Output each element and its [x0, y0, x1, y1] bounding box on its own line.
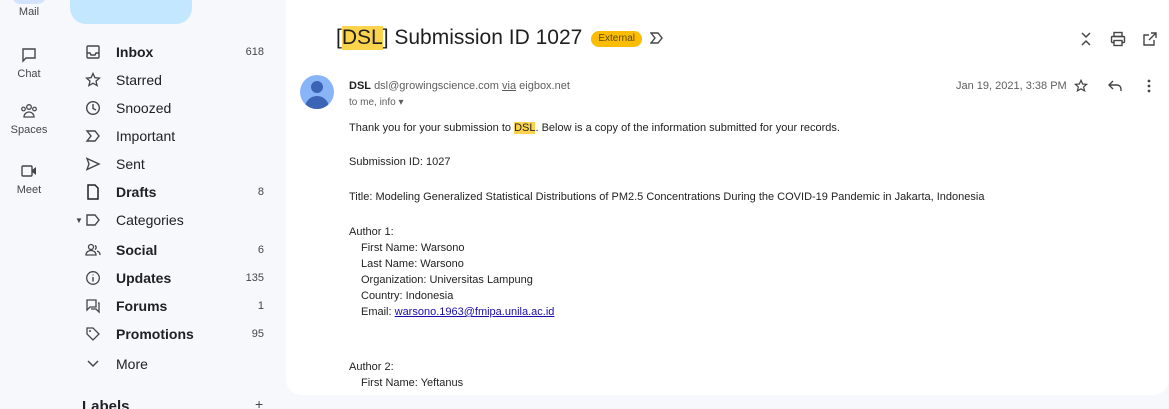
print-icon[interactable]: [1109, 30, 1127, 48]
send-icon: [83, 154, 103, 174]
nav-forums[interactable]: Forums 1: [70, 292, 278, 320]
nav-updates[interactable]: Updates 135: [70, 264, 278, 292]
nav-snoozed-label: Snoozed: [116, 100, 172, 116]
nav-social-count: 6: [257, 244, 264, 256]
forum-icon: [83, 296, 103, 316]
chevron-down-icon: [83, 354, 103, 374]
submission-title: Title: Modeling Generalized Statistical …: [349, 191, 985, 203]
rail-mail-label: Mail: [18, 6, 40, 18]
sender-avatar[interactable]: [300, 75, 334, 109]
rail-meet-label: Meet: [16, 184, 42, 196]
nav-inbox[interactable]: Inbox 618: [70, 38, 278, 66]
labels-heading: Labels: [82, 398, 130, 409]
via-link[interactable]: via: [502, 80, 516, 92]
more-options-icon[interactable]: [1141, 78, 1157, 94]
star-icon: [83, 70, 103, 90]
clock-icon: [83, 98, 103, 118]
author1-email-label: Email:: [361, 306, 395, 318]
mail-icon: [11, 0, 47, 4]
author2-heading: Author 2:: [349, 361, 394, 373]
sender-line: DSL dsl@growingscience.com via eigbox.ne…: [349, 80, 570, 92]
nav-forums-label: Forums: [116, 298, 168, 314]
important-marker-icon[interactable]: [650, 32, 664, 44]
nav-inbox-label: Inbox: [116, 44, 154, 60]
reply-icon[interactable]: [1107, 78, 1123, 94]
nav-drafts[interactable]: Drafts 8: [70, 178, 278, 206]
author1-heading: Author 1:: [349, 226, 394, 238]
info-icon: [83, 268, 103, 288]
intro-post: . Below is a copy of the information sub…: [535, 122, 840, 134]
chat-icon: [14, 44, 44, 66]
nav-sent-label: Sent: [116, 156, 145, 172]
rail-chat[interactable]: Chat: [0, 44, 58, 80]
important-icon: [83, 126, 103, 146]
nav-starred-label: Starred: [116, 72, 162, 88]
nav-promotions-count: 95: [251, 328, 264, 340]
rail-meet[interactable]: Meet: [0, 160, 58, 196]
collapse-all-icon[interactable]: [1077, 30, 1095, 48]
add-label-button[interactable]: +: [255, 396, 263, 409]
open-new-window-icon[interactable]: [1141, 30, 1159, 48]
nav-updates-count: 135: [245, 272, 264, 284]
video-icon: [14, 160, 44, 182]
nav-categories-label: Categories: [116, 212, 184, 228]
nav-updates-label: Updates: [116, 270, 172, 286]
nav-categories[interactable]: ▼ Categories: [70, 206, 278, 234]
nav-forums-count: 1: [257, 300, 264, 312]
people-icon: [83, 240, 103, 260]
nav-starred[interactable]: Starred: [70, 66, 278, 94]
email-intro: Thank you for your submission to DSL. Be…: [349, 122, 840, 134]
subject-rest: ] Submission ID 1027: [382, 26, 583, 49]
nav-important-label: Important: [116, 128, 176, 144]
author1-last: Last Name: Warsono: [361, 258, 464, 270]
author1-email-link[interactable]: warsono.1963@fmipa.unila.ac.id: [395, 306, 555, 318]
subject-tag: DSL: [341, 26, 383, 50]
message-toolbar: [1073, 78, 1157, 94]
nav-inbox-count: 618: [245, 46, 264, 58]
author1-email-line: Email: warsono.1963@fmipa.unila.ac.id: [361, 306, 554, 318]
nav-important[interactable]: Important: [70, 122, 278, 150]
nav-social[interactable]: Social 6: [70, 236, 278, 264]
nav-more-label: More: [116, 356, 148, 372]
external-badge: External: [591, 31, 642, 47]
intro-pre: Thank you for your submission to: [349, 122, 515, 134]
nav-snoozed[interactable]: Snoozed: [70, 94, 278, 122]
thread-toolbar: [1077, 30, 1159, 48]
nav-sent[interactable]: Sent: [70, 150, 278, 178]
compose-button[interactable]: [70, 0, 192, 24]
nav-promotions[interactable]: Promotions 95: [70, 320, 278, 348]
author1-country: Country: Indonesia: [361, 290, 454, 302]
nav-promotions-label: Promotions: [116, 326, 194, 342]
via-domain: eigbox.net: [519, 80, 570, 92]
sender-name[interactable]: DSL: [349, 80, 371, 92]
caret-down-icon: ▼: [75, 215, 83, 225]
nav-drafts-count: 8: [257, 186, 264, 198]
intro-tag: DSL: [514, 122, 536, 134]
submission-id: Submission ID: 1027: [349, 156, 451, 168]
inbox-icon: [83, 42, 103, 62]
draft-icon: [83, 182, 103, 202]
app-rail: Mail Chat Spaces Meet: [0, 0, 58, 409]
star-icon[interactable]: [1073, 78, 1089, 94]
rail-spaces[interactable]: Spaces: [0, 100, 58, 136]
email-subject: [DSL] Submission ID 1027 External: [336, 26, 664, 50]
author2-first: First Name: Yeftanus: [361, 377, 464, 389]
tag-icon: [83, 324, 103, 344]
nav-social-label: Social: [116, 242, 158, 258]
label-icon: [83, 210, 103, 230]
author1-first: First Name: Warsono: [361, 242, 465, 254]
spaces-icon: [14, 100, 44, 122]
nav-drafts-label: Drafts: [116, 184, 157, 200]
recipients-dropdown[interactable]: to me, info ▾: [349, 97, 404, 108]
rail-chat-label: Chat: [17, 68, 41, 80]
author1-org: Organization: Universitas Lampung: [361, 274, 533, 286]
avatar-body: [305, 96, 329, 109]
nav-more[interactable]: More: [70, 350, 278, 378]
avatar-head: [311, 81, 323, 93]
email-date: Jan 19, 2021, 3:38 PM: [956, 80, 1067, 92]
rail-spaces-label: Spaces: [10, 124, 48, 136]
sender-email: dsl@growingscience.com: [374, 80, 499, 92]
